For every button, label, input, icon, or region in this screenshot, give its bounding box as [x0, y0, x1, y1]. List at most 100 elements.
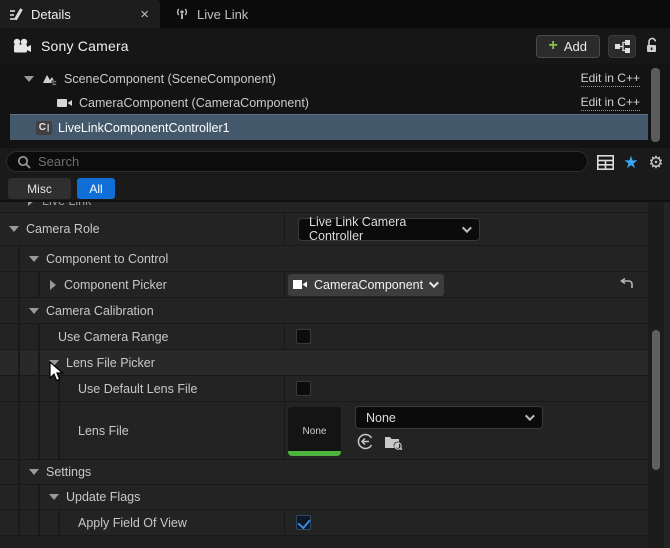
- category-label: Live Link: [42, 202, 91, 208]
- details-icon: [9, 7, 24, 22]
- tab-details[interactable]: Details ×: [0, 0, 160, 28]
- property-label: Component Picker: [64, 278, 167, 292]
- use-camera-range-checkbox[interactable]: [296, 329, 311, 344]
- tab-bar: Details × Live Link: [0, 0, 670, 28]
- add-component-button[interactable]: + Add: [536, 35, 600, 58]
- asset-type-color-bar: [288, 451, 341, 456]
- row-apply-field-of-view[interactable]: Apply Field Of View: [0, 510, 648, 536]
- tree-scrollbar[interactable]: [651, 68, 660, 142]
- collapse-arrow-icon[interactable]: [50, 280, 56, 290]
- settings-button[interactable]: ⚙: [646, 152, 666, 172]
- close-icon[interactable]: ×: [137, 7, 152, 22]
- add-button-label: Add: [564, 39, 587, 54]
- filter-chip-misc[interactable]: Misc: [8, 178, 71, 199]
- component-picker-dropdown[interactable]: CameraComponent: [288, 274, 444, 296]
- edit-in-cpp-link[interactable]: Edit in C++: [581, 95, 640, 111]
- tab-details-label: Details: [31, 7, 130, 22]
- search-icon: [17, 155, 31, 169]
- row-use-default-lens-file[interactable]: Use Default Lens File: [0, 376, 648, 402]
- expand-arrow-icon[interactable]: [24, 76, 34, 82]
- row-lens-file[interactable]: Lens File None None: [0, 402, 648, 460]
- reset-to-default-button[interactable]: [619, 278, 634, 291]
- property-label: Lens File: [78, 424, 129, 438]
- dropdown-value: Live Link Camera Controller: [309, 215, 452, 243]
- edit-in-cpp-link[interactable]: Edit in C++: [581, 71, 640, 87]
- chip-misc-label: Misc: [27, 182, 52, 196]
- chevron-down-icon: [429, 278, 439, 288]
- property-scrollbar-track[interactable]: [648, 202, 664, 548]
- category-label: Settings: [46, 465, 91, 479]
- tree-item-label: LiveLinkComponentController1: [58, 121, 230, 135]
- browse-to-asset-button[interactable]: [384, 434, 403, 450]
- row-camera-role[interactable]: Camera Role Live Link Camera Controller: [0, 213, 648, 246]
- dropdown-value: CameraComponent: [314, 278, 423, 292]
- category-label: Component to Control: [46, 252, 168, 266]
- property-label: Use Default Lens File: [78, 382, 198, 396]
- gear-icon: ⚙: [648, 154, 663, 171]
- filter-chip-row: Misc All: [0, 176, 670, 202]
- star-icon: ★: [623, 154, 638, 171]
- row-use-camera-range[interactable]: Use Camera Range: [0, 324, 648, 350]
- property-label: Use Camera Range: [58, 330, 168, 344]
- lock-open-icon[interactable]: [644, 37, 660, 55]
- actor-title: Sony Camera: [41, 38, 129, 54]
- tab-live-link-label: Live Link: [197, 7, 248, 22]
- category-component-to-control[interactable]: Component to Control: [0, 246, 648, 272]
- collapse-arrow-icon: [28, 202, 34, 206]
- category-live-link-clipped[interactable]: Live Link: [0, 202, 648, 213]
- grid-table-icon: [597, 155, 614, 170]
- expand-arrow-icon[interactable]: [29, 256, 39, 262]
- property-scrollbar-thumb[interactable]: [652, 330, 660, 470]
- category-camera-calibration[interactable]: Camera Calibration: [0, 298, 648, 324]
- camera-component-icon: [293, 279, 308, 290]
- filter-chip-all[interactable]: All: [77, 178, 115, 199]
- blueprint-hierarchy-button[interactable]: [608, 35, 636, 58]
- expand-arrow-icon[interactable]: [9, 226, 19, 232]
- expand-arrow-icon[interactable]: [29, 469, 39, 475]
- apply-field-of-view-checkbox[interactable]: [296, 515, 311, 530]
- tree-row-scenecomponent[interactable]: C SceneComponent (SceneComponent) Edit i…: [0, 67, 648, 91]
- actor-header: Sony Camera + Add: [0, 28, 670, 64]
- category-label: Lens File Picker: [66, 356, 155, 370]
- cine-camera-icon: [12, 38, 32, 54]
- category-label: Update Flags: [66, 490, 140, 504]
- tree-row-cameracomponent[interactable]: CameraComponent (CameraComponent) Edit i…: [0, 91, 648, 115]
- category-lens-file-picker[interactable]: Lens File Picker: [0, 350, 648, 376]
- chevron-down-icon: [525, 411, 535, 421]
- display-settings-button[interactable]: [595, 152, 615, 172]
- camera-component-icon: [55, 97, 73, 109]
- property-grid: Live Link Camera Role Live Link Camera C…: [0, 202, 670, 548]
- livelink-controller-icon: C|: [36, 121, 52, 135]
- use-selected-asset-button[interactable]: [357, 433, 374, 450]
- dropdown-value: None: [366, 411, 515, 425]
- expand-arrow-icon[interactable]: [29, 308, 39, 314]
- search-row: ★ ⚙: [0, 148, 670, 176]
- lens-file-asset-thumbnail[interactable]: None: [288, 407, 341, 456]
- tree-row-livelinkcontroller-selected[interactable]: C| LiveLinkComponentController1: [10, 114, 648, 140]
- search-box[interactable]: [6, 151, 588, 172]
- details-panel: Details × Live Link Sony Camera: [0, 0, 670, 548]
- live-link-icon: [174, 6, 190, 22]
- thumbnail-label: None: [303, 426, 327, 437]
- tab-live-link[interactable]: Live Link: [160, 0, 262, 28]
- use-default-lens-file-checkbox[interactable]: [296, 381, 311, 396]
- search-input[interactable]: [38, 154, 577, 169]
- category-update-flags[interactable]: Update Flags: [0, 485, 648, 510]
- tree-item-label: CameraComponent (CameraComponent): [79, 96, 309, 110]
- component-tree: C SceneComponent (SceneComponent) Edit i…: [0, 64, 670, 148]
- camera-role-dropdown[interactable]: Live Link Camera Controller: [298, 218, 480, 241]
- chevron-down-icon: [462, 223, 472, 233]
- category-settings[interactable]: Settings: [0, 460, 648, 485]
- row-component-picker[interactable]: Component Picker CameraComponent: [0, 272, 648, 298]
- property-label: Apply Field Of View: [78, 516, 187, 530]
- svg-text:C: C: [53, 81, 57, 86]
- expand-arrow-icon[interactable]: [49, 360, 59, 366]
- lens-file-dropdown[interactable]: None: [355, 406, 543, 429]
- scene-component-icon: C: [40, 72, 58, 86]
- expand-arrow-icon[interactable]: [49, 494, 59, 500]
- category-label: Camera Calibration: [46, 304, 154, 318]
- chip-all-label: All: [89, 182, 102, 196]
- favorites-button[interactable]: ★: [621, 152, 641, 172]
- panel-right-edge: [664, 202, 670, 548]
- plus-icon: +: [549, 38, 558, 54]
